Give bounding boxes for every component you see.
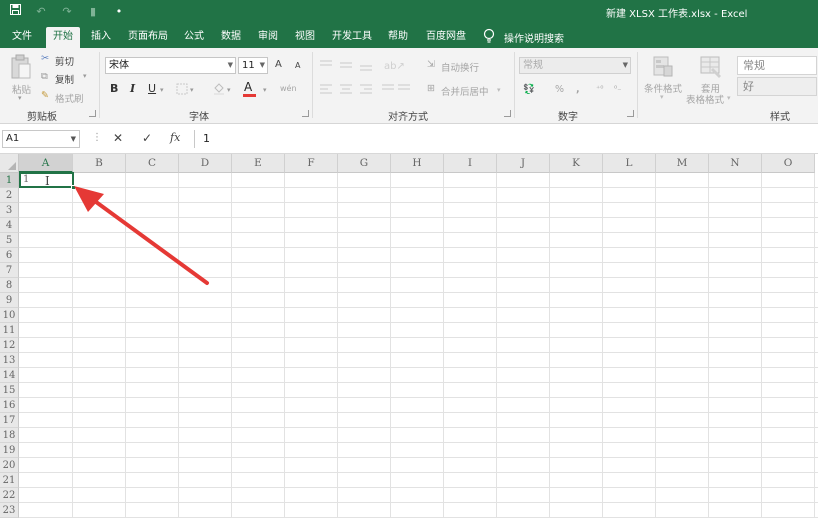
- annotation-arrow: [74, 186, 209, 285]
- excel-window: ↶ ↷ ▮ • 新建 XLSX 工作表.xlsx - Excel 文件 开始 插…: [0, 0, 818, 518]
